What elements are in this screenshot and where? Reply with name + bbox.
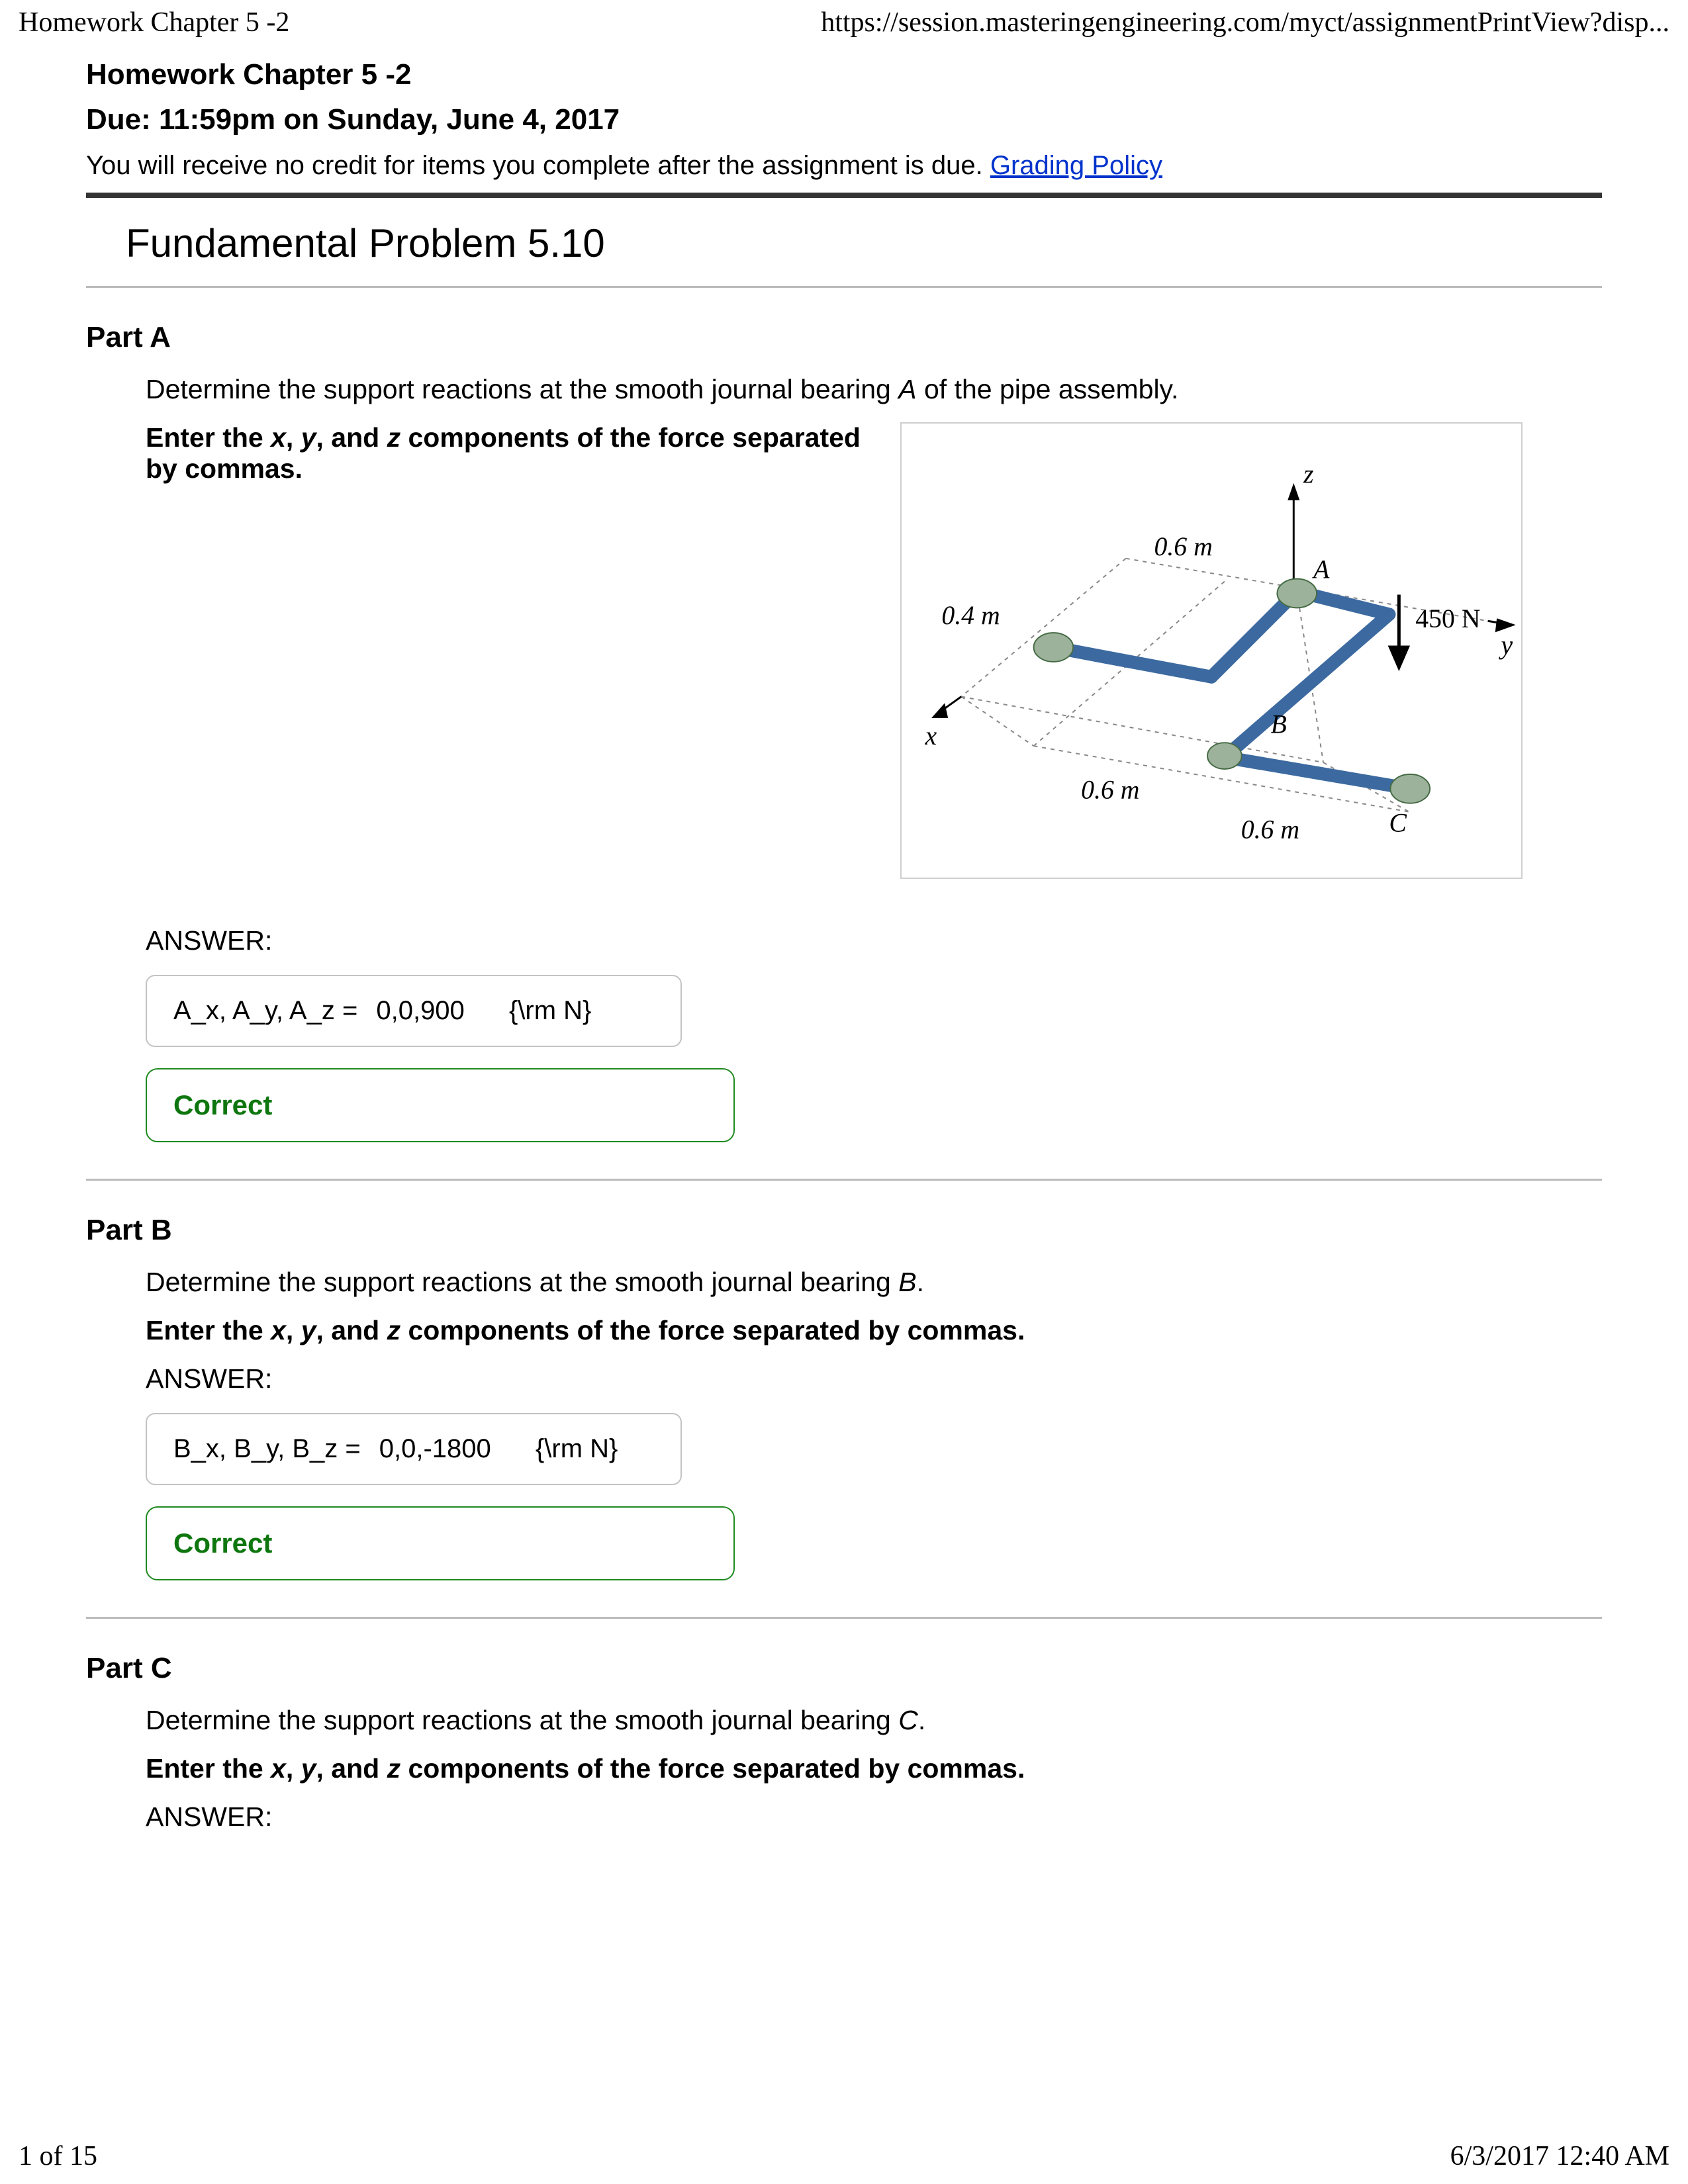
part-a-prompt: Determine the support reactions at the s…: [146, 374, 1602, 405]
part-a-answer: A_x, A_y, A_z 0,0,900 {\rm N}: [146, 975, 682, 1047]
prompt-post: .: [918, 1705, 925, 1735]
answer-label: ANSWER:: [146, 1801, 1602, 1833]
label-b: B: [1270, 709, 1286, 739]
prompt-text: Determine the support reactions at the s…: [146, 1705, 898, 1735]
header-url: https://session.masteringengineering.com…: [821, 7, 1669, 38]
page-number: 1 of 15: [19, 2140, 97, 2172]
grading-policy-link[interactable]: Grading Policy: [990, 151, 1162, 180]
prompt-post: of the pipe assembly.: [917, 374, 1179, 404]
answer-values: 0,0,900: [376, 996, 464, 1026]
part-a-instructions: Enter the x, y, and z components of the …: [146, 422, 874, 484]
inst-pre: Enter the: [146, 1753, 271, 1784]
fig-force: 450 N: [1415, 604, 1480, 633]
inst-vars: z: [387, 1315, 401, 1345]
prompt-var: B: [898, 1267, 916, 1297]
answer-unit: {\rm N}: [509, 996, 591, 1026]
inst-static: , and: [316, 1753, 387, 1784]
answer-vars: B_x, B_y, B_z: [173, 1434, 361, 1464]
prompt-var: A: [898, 374, 916, 404]
heavy-divider: [86, 193, 1602, 198]
part-b-feedback: Correct: [146, 1506, 735, 1580]
part-c-heading: Part C: [86, 1652, 1602, 1685]
inst-vars: x: [271, 1315, 286, 1345]
prompt-post: .: [917, 1267, 924, 1297]
label-a: A: [1311, 555, 1330, 584]
pipe-assembly-figure: 0.6 m 0.4 m 0.6 m 0.6 m 450 N z y x A B …: [900, 422, 1523, 879]
inst-post: components of the force separated by com…: [400, 1315, 1025, 1345]
divider: [86, 286, 1602, 288]
inst-vars: z: [387, 422, 401, 453]
part-b-heading: Part B: [86, 1214, 1602, 1247]
part-b-body: Determine the support reactions at the s…: [86, 1267, 1602, 1580]
prompt-text: Determine the support reactions at the s…: [146, 1267, 898, 1297]
part-a-body: Determine the support reactions at the s…: [86, 374, 1602, 1142]
inst-static: , and: [316, 1315, 387, 1345]
fig-dim-br: 0.6 m: [1241, 815, 1299, 844]
divider: [86, 1179, 1602, 1181]
label-c: C: [1389, 808, 1407, 837]
header-title: Homework Chapter 5 -2: [19, 7, 289, 38]
axis-z: z: [1303, 459, 1313, 488]
due-date: Due: 11:59pm on Sunday, June 4, 2017: [86, 103, 1602, 136]
part-b-instructions: Enter the x, y, and z components of the …: [146, 1315, 1602, 1346]
part-c-prompt: Determine the support reactions at the s…: [146, 1705, 1602, 1736]
fig-dim-left: 0.4 m: [941, 601, 1000, 630]
prompt-var: C: [898, 1705, 918, 1735]
axis-y: y: [1498, 631, 1513, 660]
fig-dim-top: 0.6 m: [1154, 532, 1213, 561]
problem-title: Fundamental Problem 5.10: [86, 201, 1602, 286]
answer-unit: {\rm N}: [536, 1434, 618, 1464]
divider: [86, 1617, 1602, 1619]
answer-vars: A_x, A_y, A_z: [173, 996, 357, 1026]
inst-post: components of the force separated by com…: [400, 1753, 1025, 1784]
inst-vars: z: [387, 1753, 401, 1784]
credit-note: You will receive no credit for items you…: [86, 151, 1602, 181]
answer-values: 0,0,-1800: [379, 1434, 491, 1464]
inst-pre: Enter the: [146, 1315, 271, 1345]
part-a-heading: Part A: [86, 321, 1602, 354]
part-c-instructions: Enter the x, y, and z components of the …: [146, 1753, 1602, 1784]
inst-static: ,: [286, 422, 301, 453]
credit-text: You will receive no credit for items you…: [86, 151, 990, 180]
part-b-answer: B_x, B_y, B_z 0,0,-1800 {\rm N}: [146, 1413, 682, 1485]
assignment-title: Homework Chapter 5 -2: [86, 58, 1602, 91]
part-a-row: Enter the x, y, and z components of the …: [146, 422, 1602, 879]
inst-vars: y: [301, 422, 316, 453]
answer-label: ANSWER:: [146, 925, 1602, 956]
figure-svg: 0.6 m 0.4 m 0.6 m 0.6 m 450 N z y x A B …: [902, 424, 1521, 878]
inst-static: ,: [286, 1753, 301, 1784]
inst-pre: Enter the: [146, 422, 271, 453]
inst-static: , and: [316, 422, 387, 453]
print-footer: 1 of 15 6/3/2017 12:40 AM: [0, 2140, 1688, 2172]
part-b-prompt: Determine the support reactions at the s…: [146, 1267, 1602, 1298]
part-c-body: Determine the support reactions at the s…: [86, 1705, 1602, 1833]
inst-vars: x: [271, 422, 286, 453]
part-a-feedback: Correct: [146, 1068, 735, 1142]
answer-label: ANSWER:: [146, 1363, 1602, 1394]
inst-vars: y: [301, 1753, 316, 1784]
inst-vars: x: [271, 1753, 286, 1784]
inst-static: ,: [286, 1315, 301, 1345]
axis-x: x: [925, 721, 937, 751]
prompt-text: Determine the support reactions at the s…: [146, 374, 898, 404]
fig-dim-bl: 0.6 m: [1081, 776, 1139, 805]
print-header: Homework Chapter 5 -2 https://session.ma…: [0, 0, 1688, 58]
print-timestamp: 6/3/2017 12:40 AM: [1450, 2140, 1669, 2172]
main-content: Homework Chapter 5 -2 Due: 11:59pm on Su…: [0, 58, 1688, 1833]
inst-vars: y: [301, 1315, 316, 1345]
